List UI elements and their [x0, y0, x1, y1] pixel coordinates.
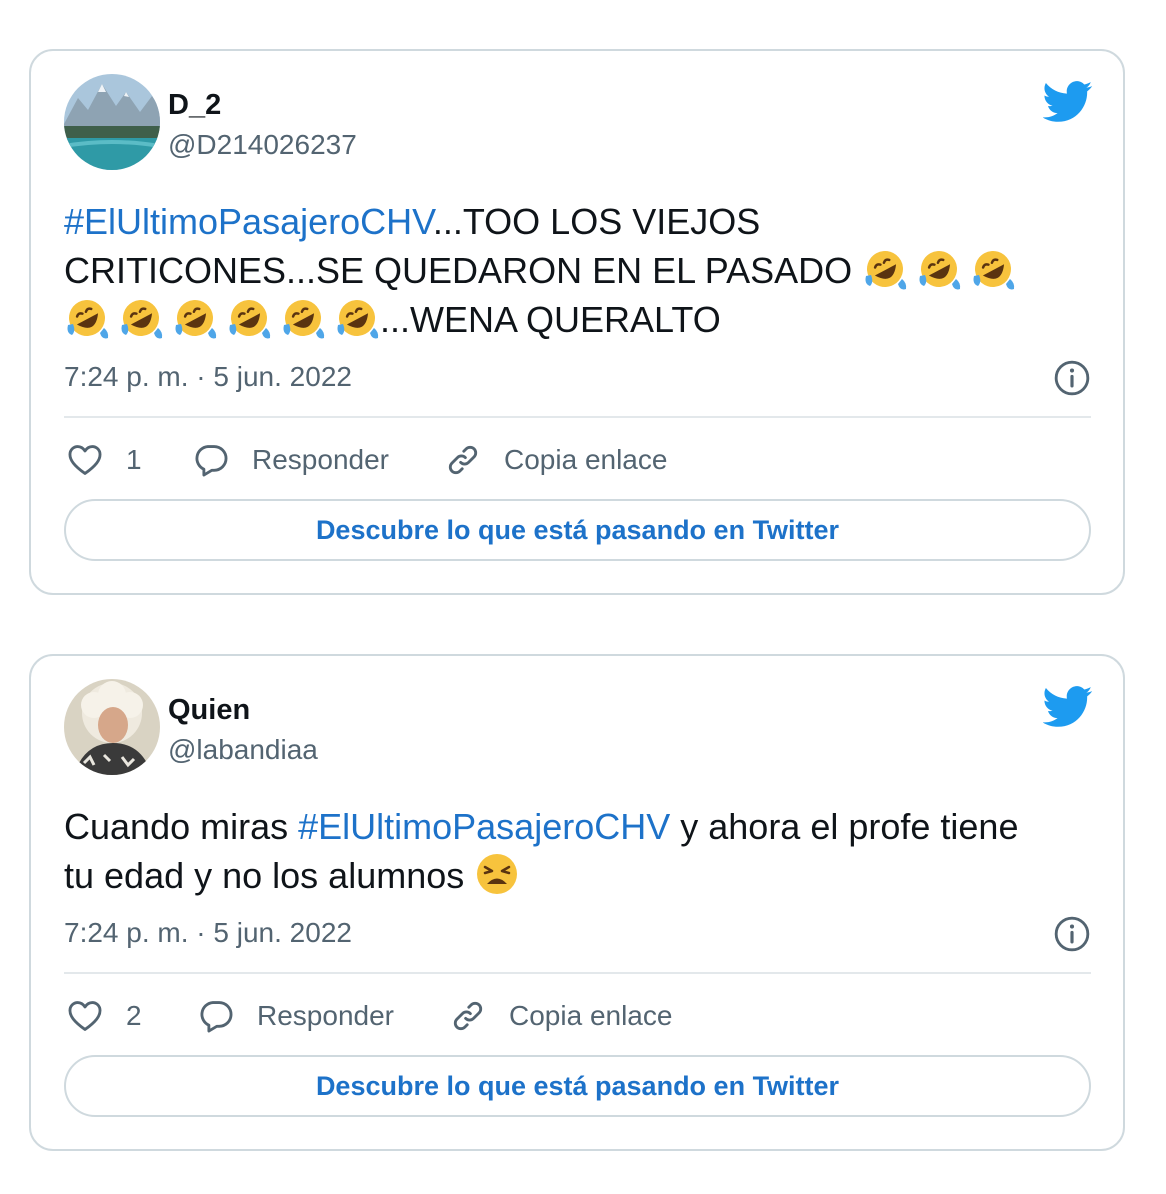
avatar[interactable] [64, 74, 160, 170]
like-button[interactable]: 1 [66, 441, 142, 479]
heart-icon [66, 997, 104, 1035]
rolling-laughing-emoji-icon [916, 246, 962, 292]
rolling-laughing-emoji-icon [970, 246, 1016, 292]
twitter-bird-icon[interactable] [1043, 686, 1093, 728]
timestamp[interactable]: 7:24 p. m. · 5 jun. 2022 [64, 915, 352, 951]
like-count: 1 [126, 444, 142, 475]
reply-label: Responder [252, 444, 389, 475]
avatar[interactable] [64, 679, 160, 775]
copy-link-label: Copia enlace [504, 444, 668, 475]
divider [64, 972, 1091, 974]
tweet-text: #ElUltimoPasajeroCHV...TOO LOS VIEJOS CR… [64, 197, 1104, 344]
tweet-text: Cuando miras #ElUltimoPasajeroCHV y ahor… [64, 802, 1104, 900]
reply-bubble-icon [197, 997, 235, 1035]
tweet-text-part: CRITICONES...SE QUEDARON EN EL PASADO [64, 250, 853, 291]
twitter-bird-icon[interactable] [1043, 81, 1093, 123]
like-count: 2 [126, 1000, 142, 1031]
like-button[interactable]: 2 [66, 997, 142, 1035]
rolling-laughing-emoji-icon [226, 295, 272, 341]
info-icon[interactable] [1053, 359, 1091, 397]
reply-button[interactable]: Responder [197, 997, 394, 1035]
discover-twitter-button[interactable]: Descubre lo que está pasando en Twitter [64, 1055, 1091, 1117]
timestamp[interactable]: 7:24 p. m. · 5 jun. 2022 [64, 359, 352, 395]
author-name[interactable]: Quien [168, 692, 250, 728]
reply-bubble-icon [192, 441, 230, 479]
hashtag-link[interactable]: #ElUltimoPasajeroCHV [298, 806, 670, 847]
reply-label: Responder [257, 1000, 394, 1031]
rolling-laughing-emoji-icon [862, 246, 908, 292]
tweet-text-part: ...WENA QUERALTO [380, 299, 721, 340]
tweet-text-part: Cuando miras [64, 806, 299, 847]
info-icon[interactable] [1053, 915, 1091, 953]
link-icon [444, 441, 482, 479]
tweet-text-part: tu edad y no los alumnos [64, 855, 475, 896]
tweet-card[interactable]: D_2 @D214026237 #ElUltimoPasajeroCHV...T… [29, 49, 1125, 595]
copy-link-button[interactable]: Copia enlace [444, 441, 667, 479]
rolling-laughing-emoji-icon [118, 295, 164, 341]
author-handle[interactable]: @D214026237 [168, 127, 357, 163]
reply-button[interactable]: Responder [192, 441, 389, 479]
rolling-laughing-emoji-icon [334, 295, 380, 341]
rolling-laughing-emoji-icon [172, 295, 218, 341]
author-name[interactable]: D_2 [168, 87, 221, 123]
heart-icon [66, 441, 104, 479]
divider [64, 416, 1091, 418]
tweet-text-part: y ahora el profe tiene [670, 806, 1019, 847]
copy-link-label: Copia enlace [509, 1000, 673, 1031]
discover-twitter-button[interactable]: Descubre lo que está pasando en Twitter [64, 499, 1091, 561]
rolling-laughing-emoji-icon [64, 295, 110, 341]
weary-face-emoji-icon [474, 851, 520, 897]
rolling-laughing-emoji-icon [280, 295, 326, 341]
author-handle[interactable]: @labandiaa [168, 732, 318, 768]
tweet-text-part: ...TOO LOS VIEJOS [432, 201, 761, 242]
hashtag-link[interactable]: #ElUltimoPasajeroCHV [64, 201, 433, 242]
copy-link-button[interactable]: Copia enlace [449, 997, 672, 1035]
tweet-card[interactable]: Quien @labandiaa Cuando miras #ElUltimoP… [29, 654, 1125, 1151]
link-icon [449, 997, 487, 1035]
